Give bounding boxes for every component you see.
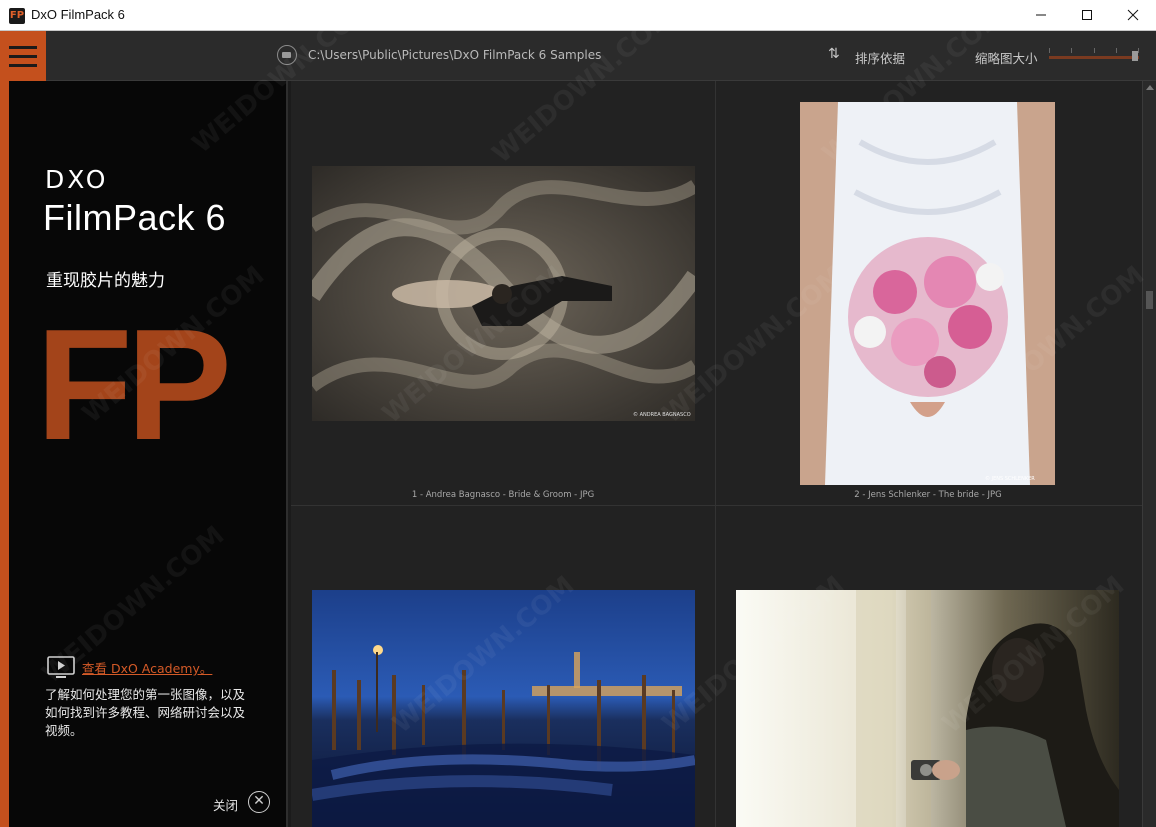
thumbnail-size-slider[interactable]: [1049, 46, 1141, 66]
slider-handle[interactable]: [1132, 51, 1138, 61]
thumbnail-image-woman-camera[interactable]: [736, 590, 1119, 827]
welcome-sidebar: DXO FilmPack 6 重现胶片的魅力 FP 查看 DxO Academy…: [0, 81, 288, 827]
minimize-button[interactable]: [1018, 0, 1064, 30]
sort-by-button[interactable]: 排序依据: [855, 48, 905, 67]
fp-logo-mark: FP: [36, 297, 232, 473]
thumbnail-caption: 2 - Jens Schlenker - The bride - JPG: [854, 490, 1002, 500]
thumbnail-cell[interactable]: © ANDREA BAGNASCO 1 - Andrea Bagnasco - …: [291, 81, 715, 505]
dxo-logo: DXO: [45, 165, 109, 194]
thumbnail-image-bride-bouquet[interactable]: © JENS SCHLENKER: [800, 102, 1055, 485]
minimize-icon: [1036, 14, 1046, 16]
thumbnail-cell[interactable]: [291, 506, 715, 827]
grid-scrollbar[interactable]: [1142, 81, 1156, 827]
maximize-icon: [1082, 10, 1092, 20]
thumbnail-caption: 1 - Andrea Bagnasco - Bride & Groom - JP…: [411, 490, 595, 500]
sidebar-divider[interactable]: [286, 81, 288, 827]
close-panel-button[interactable]: ✕: [248, 791, 270, 813]
sort-icon[interactable]: ⇅: [828, 46, 840, 62]
folder-path[interactable]: C:\Users\Public\Pictures\DxO FilmPack 6 …: [308, 48, 601, 62]
folder-icon[interactable]: [277, 45, 297, 65]
image-grid: © ANDREA BAGNASCO 1 - Andrea Bagnasco - …: [291, 81, 1142, 827]
menu-line: [9, 46, 37, 49]
thumbnail-size-label: 缩略图大小: [975, 51, 1038, 66]
product-name: FilmPack 6: [43, 197, 227, 238]
thumbnail-cell[interactable]: © JENS SCHLENKER 2 - Jens Schlenker - Th…: [716, 81, 1142, 505]
window-title: DxO FilmPack 6: [31, 7, 125, 22]
menu-line: [9, 55, 37, 58]
scroll-thumb[interactable]: [1146, 291, 1153, 309]
menu-line: [9, 64, 37, 67]
toolbar: C:\Users\Public\Pictures\DxO FilmPack 6 …: [0, 31, 1156, 81]
tagline: 重现胶片的魅力: [46, 271, 165, 291]
hamburger-menu-button[interactable]: [0, 31, 46, 81]
photo-credit: © JENS SCHLENKER: [985, 475, 1035, 482]
window-titlebar: FP DxO FilmPack 6: [0, 0, 1156, 31]
thumbnail-image-venice-gondolas[interactable]: [312, 590, 695, 827]
app-icon: FP: [9, 8, 25, 24]
thumbnail-cell[interactable]: [716, 506, 1142, 827]
thumbnail-image-wedding-couple[interactable]: © ANDREA BAGNASCO: [312, 166, 695, 421]
close-panel-label[interactable]: 关闭: [213, 795, 238, 814]
maximize-button[interactable]: [1064, 0, 1110, 30]
slider-ticks: [1049, 48, 1139, 54]
slider-track: [1049, 56, 1139, 59]
close-icon: [1127, 9, 1139, 21]
academy-description: 了解如何处理您的第一张图像，以及如何找到许多教程、网络研讨会以及视频。: [45, 687, 246, 738]
dxo-academy-link[interactable]: 查看 DxO Academy。: [82, 658, 212, 677]
sidebar-accent-bar: [0, 81, 9, 827]
photo-credit: © ANDREA BAGNASCO: [633, 411, 691, 418]
scroll-up-icon[interactable]: [1146, 85, 1154, 90]
close-window-button[interactable]: [1110, 0, 1156, 30]
monitor-play-icon: [47, 656, 75, 678]
